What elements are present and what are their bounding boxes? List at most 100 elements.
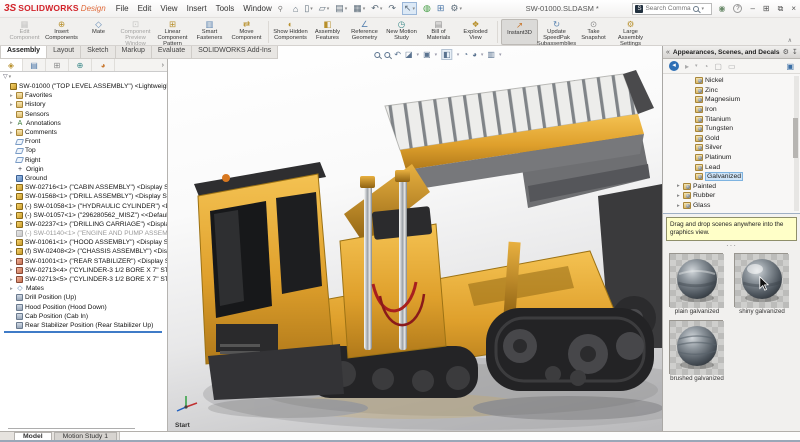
- ribbon-reference-geometry[interactable]: ∠ Reference Geometry: [346, 19, 383, 45]
- rebuild-button[interactable]: ◍: [423, 3, 431, 14]
- tree-row[interactable]: ▸SW-02713<4> ("CYLINDER-3 1/2 BORE X 7" …: [0, 266, 167, 275]
- ribbon-bill-of-materials[interactable]: ▤ Bill of Materials: [420, 19, 457, 45]
- ribbon-move-component[interactable]: ⇄ Move Component: [228, 19, 265, 45]
- tree-row[interactable]: ▸History: [0, 100, 167, 109]
- tree-row[interactable]: SW-01000 ("TOP LEVEL ASSEMBLY") <Lightwe…: [0, 82, 167, 91]
- search-input[interactable]: [645, 5, 691, 12]
- tab-evaluate[interactable]: Evaluate: [151, 46, 192, 59]
- file-properties-button[interactable]: ⊞: [437, 3, 445, 14]
- thumbnail-brushed-galvanized[interactable]: brushed galvanized: [669, 320, 725, 382]
- tab-sketch[interactable]: Sketch: [80, 46, 115, 59]
- tree-row[interactable]: ▸(f) SW-02408<2> ("CHASSIS ASSEMBLY") <D…: [0, 247, 167, 256]
- print-button[interactable]: ▦▾: [353, 3, 365, 14]
- close-button[interactable]: ×: [791, 4, 796, 13]
- caret-down-icon[interactable]: ▾: [499, 52, 502, 58]
- tree-row[interactable]: ▸Comments: [0, 128, 167, 137]
- delete-appearance-icon[interactable]: ▢: [714, 62, 722, 71]
- featuremanager-tree-tab[interactable]: ◈: [0, 59, 23, 71]
- tree-row[interactable]: Hood Position (Hood Down): [0, 303, 167, 312]
- restore-button[interactable]: ⧉: [778, 4, 784, 14]
- open-file-icon[interactable]: ▭: [728, 62, 736, 71]
- tree-row[interactable]: Top: [0, 146, 167, 155]
- user-account-icon[interactable]: ◉: [718, 4, 725, 13]
- ribbon-mate[interactable]: ◇ Mate: [80, 19, 117, 45]
- pane-splitter[interactable]: ···: [663, 243, 800, 250]
- edit-appearance-icon[interactable]: ◕: [472, 50, 477, 59]
- panel-tabs-overflow[interactable]: ›: [159, 59, 167, 71]
- menu-view[interactable]: View: [160, 4, 177, 13]
- ribbon-edit-component[interactable]: ▦ Edit Component: [6, 19, 43, 45]
- caret-down-icon[interactable]: ▾: [417, 52, 420, 58]
- tree-row[interactable]: ▸SW-01568<1> ("DRILL ASSEMBLY") <Display…: [0, 192, 167, 201]
- home-button[interactable]: ⌂: [293, 4, 298, 14]
- tab-solidworks-addins[interactable]: SOLIDWORKS Add-Ins: [191, 46, 278, 59]
- tree-row[interactable]: Sensors: [0, 110, 167, 119]
- menu-window[interactable]: Window: [243, 4, 271, 13]
- appearance-item[interactable]: Gold: [663, 134, 800, 144]
- tree-row[interactable]: Cab Position (Cab In): [0, 312, 167, 321]
- back-icon[interactable]: ◂: [669, 61, 679, 71]
- redo-button[interactable]: ↷: [388, 3, 396, 14]
- options-button[interactable]: ⚙▾: [450, 3, 462, 14]
- appearance-item[interactable]: Zinc: [663, 86, 800, 96]
- hide-show-items-icon[interactable]: ◔: [463, 50, 468, 59]
- appearance-item[interactable]: Magnesium: [663, 95, 800, 105]
- pane-scrollbar-thumb[interactable]: [793, 118, 798, 158]
- tree-row[interactable]: ▸(-) SW-01057<1> ("296280562_MISZ") <<De…: [0, 211, 167, 220]
- tree-row[interactable]: Drill Position (Up): [0, 293, 167, 302]
- zoom-to-area-icon[interactable]: [384, 52, 390, 58]
- caret-down-icon[interactable]: ▾: [457, 52, 460, 58]
- ribbon-linear-pattern[interactable]: ⊞ Linear Component Pattern: [154, 19, 191, 45]
- appearance-item[interactable]: Nickel: [663, 76, 800, 86]
- menu-file[interactable]: File: [116, 4, 129, 13]
- pane-pin-icon[interactable]: ↧: [792, 48, 798, 56]
- tree-row[interactable]: ▸SW-01061<1> ("HOOD ASSEMBLY") <Display …: [0, 238, 167, 247]
- caret-down-icon[interactable]: ▾: [481, 52, 484, 58]
- ribbon-large-assembly-settings[interactable]: ⚙ Large Assembly Settings: [612, 19, 649, 45]
- tree-row[interactable]: Front: [0, 137, 167, 146]
- display-style-icon[interactable]: ◧: [441, 49, 453, 60]
- new-file-button[interactable]: ▯▾: [304, 3, 312, 14]
- appearance-item-selected[interactable]: Galvanized: [663, 172, 800, 182]
- displaymanager-tab[interactable]: ◕: [92, 59, 115, 71]
- pane-options-gear-icon[interactable]: ⚙: [783, 48, 789, 56]
- save-appearance-icon[interactable]: ▣: [786, 62, 794, 71]
- motion-study-tab[interactable]: Motion Study 1: [54, 432, 117, 440]
- ribbon-assembly-features[interactable]: ◧ Assembly Features: [309, 19, 346, 45]
- tree-row[interactable]: Ground: [0, 174, 167, 183]
- appearance-category[interactable]: ▸Painted: [663, 182, 800, 192]
- help-icon[interactable]: ?: [733, 4, 742, 13]
- save-button[interactable]: ▤▾: [335, 3, 347, 14]
- tree-row[interactable]: ▸Favorites: [0, 91, 167, 100]
- appearance-item[interactable]: Platinum: [663, 153, 800, 163]
- minimize-button[interactable]: –: [750, 4, 754, 13]
- previous-view-icon[interactable]: ↶: [394, 50, 401, 59]
- tree-filter[interactable]: ▽ ▾: [0, 72, 167, 81]
- view-orientation-icon[interactable]: ▣: [423, 50, 431, 59]
- ribbon-component-preview[interactable]: ⊡ Component Preview Window: [117, 19, 154, 45]
- forward-icon[interactable]: ▸: [685, 62, 689, 71]
- appearance-item[interactable]: Iron: [663, 105, 800, 115]
- configurationmanager-tab[interactable]: ⊞: [46, 59, 69, 71]
- tab-layout[interactable]: Layout: [46, 46, 81, 59]
- tree-row[interactable]: ▸SW-02716<1> ("CABIN ASSEMBLY") <Display…: [0, 183, 167, 192]
- panel-scrollbar[interactable]: [8, 428, 135, 429]
- pane-scrollbar-track[interactable]: [794, 76, 799, 211]
- thumbnail-plain-galvanized[interactable]: plain galvanized: [669, 253, 725, 315]
- propertymanager-tab[interactable]: ▤: [23, 59, 46, 71]
- select-tool-button[interactable]: ↖▾: [402, 2, 417, 15]
- dimxpertmanager-tab[interactable]: ⊕: [69, 59, 92, 71]
- menu-edit[interactable]: Edit: [138, 4, 152, 13]
- ribbon-show-hidden[interactable]: ◐ Show Hidden Components: [272, 19, 309, 45]
- ribbon-insert-components[interactable]: ⊕ Insert Components: [43, 19, 80, 45]
- appearance-item[interactable]: Titanium: [663, 114, 800, 124]
- ribbon-new-motion-study[interactable]: ◷ New Motion Study: [383, 19, 420, 45]
- thumbnail-shiny-galvanized[interactable]: shiny galvanized: [734, 253, 790, 315]
- ribbon-instant3d[interactable]: ↗ Instant3D: [501, 19, 538, 45]
- tree-row-hidden[interactable]: (-) SW-01140<1> ("ENGINE AND PUMP ASSEMB…: [0, 229, 167, 238]
- ribbon-collapse-chevron[interactable]: ∧: [788, 37, 792, 44]
- model-tab[interactable]: Model: [14, 432, 52, 440]
- ribbon-exploded-view[interactable]: ❖ Exploded View: [457, 19, 494, 45]
- command-search[interactable]: S ▾: [632, 3, 712, 15]
- appearance-item[interactable]: Tungsten: [663, 124, 800, 134]
